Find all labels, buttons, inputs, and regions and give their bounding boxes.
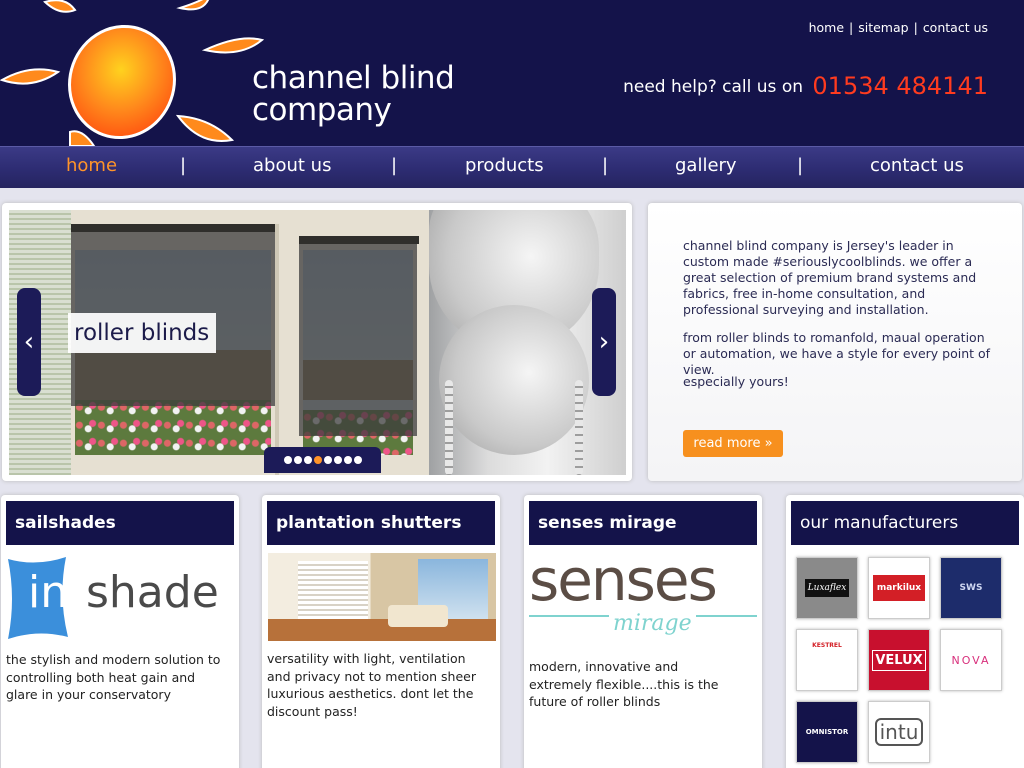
- shutters-photo: [268, 553, 496, 641]
- sws-logo[interactable]: SWS: [940, 557, 1002, 619]
- card-description: versatility with light, ventilation and …: [267, 651, 476, 719]
- help-line: need help? call us on 01534 484141: [623, 72, 988, 100]
- manufacturers-card: our manufacturers Luxaflex markilux SWS …: [786, 495, 1024, 768]
- slider-dot[interactable]: [353, 456, 362, 464]
- brand-line-1: channel blind: [252, 60, 455, 96]
- intro-paragraph-1: channel blind company is Jersey's leader…: [683, 238, 977, 317]
- main-nav: home | about us | products | gallery | c…: [0, 146, 1024, 188]
- nav-about-us[interactable]: about us: [253, 155, 331, 176]
- logo-text-mirage: mirage: [609, 611, 696, 636]
- kestrel-logo[interactable]: KESTREL: [796, 629, 858, 691]
- top-links: home | sitemap | contact us: [809, 20, 988, 35]
- omnistor-logo[interactable]: OMNISTOR: [796, 701, 858, 763]
- inshade-logo: in shade: [6, 553, 234, 643]
- intro-paragraph-2: from roller blinds to romanfold, maual o…: [683, 330, 991, 377]
- logo-label: markilux: [872, 575, 926, 601]
- sun-logo-icon: [0, 0, 265, 146]
- logo-label: SWS: [959, 583, 983, 593]
- senses-mirage-card[interactable]: senses mirage senses mirage modern, inno…: [524, 495, 762, 768]
- nav-divider: |: [797, 155, 804, 176]
- logo-text-shade: shade: [86, 567, 219, 618]
- card-title[interactable]: plantation shutters: [267, 501, 495, 545]
- luxaflex-logo[interactable]: Luxaflex: [796, 557, 858, 619]
- slider-dot[interactable]: [293, 456, 302, 464]
- top-link-sitemap[interactable]: sitemap: [858, 20, 908, 35]
- sofa: [388, 605, 448, 627]
- slider-dot[interactable]: [313, 456, 322, 464]
- logo-label: Luxaflex: [804, 579, 850, 597]
- card-title[interactable]: senses mirage: [529, 501, 757, 545]
- blind-cassette: [71, 224, 277, 232]
- senses-logo: senses mirage: [529, 547, 757, 651]
- slider-dot[interactable]: [303, 456, 312, 464]
- logo-label: KESTREL: [812, 642, 842, 649]
- logo-label: VELUX: [872, 649, 926, 671]
- logo-text-senses: senses: [529, 546, 718, 614]
- velux-logo[interactable]: VELUX: [868, 629, 930, 691]
- intro-paragraph-3: especially yours!: [683, 374, 789, 389]
- slider-dot[interactable]: [283, 456, 292, 464]
- blind-roller: [439, 305, 589, 455]
- intu-logo[interactable]: intu: [868, 701, 930, 763]
- slide-caption: roller blinds: [68, 313, 216, 353]
- chevron-left-icon: ‹: [23, 327, 35, 357]
- sailshades-card[interactable]: sailshades in shade the stylish and mode…: [1, 495, 239, 768]
- slider-dot[interactable]: [323, 456, 332, 464]
- slider-dot[interactable]: [333, 456, 342, 464]
- slider-next-button[interactable]: ›: [592, 288, 616, 396]
- divider: |: [849, 20, 854, 35]
- nav-products[interactable]: products: [465, 155, 544, 176]
- shutter-panel: [298, 561, 368, 625]
- nova-logo[interactable]: NOVA: [940, 629, 1002, 691]
- blind-cassette: [299, 236, 419, 244]
- roller-blind: [299, 240, 417, 436]
- logo-label: intu: [874, 718, 924, 746]
- top-link-home[interactable]: home: [809, 20, 844, 35]
- card-description: modern, innovative and extremely flexibl…: [529, 659, 719, 709]
- nav-divider: |: [391, 155, 398, 176]
- floor: [268, 619, 496, 641]
- logo-label: NOVA: [951, 653, 991, 667]
- nav-divider: |: [180, 155, 187, 176]
- plantation-shutters-card[interactable]: plantation shutters versatility with lig…: [262, 495, 500, 768]
- divider: |: [913, 20, 918, 35]
- nav-gallery[interactable]: gallery: [675, 155, 737, 176]
- site-header: channel blind company home | sitemap | conta…: [0, 0, 1024, 146]
- logo-label: OMNISTOR: [805, 728, 849, 736]
- markilux-logo[interactable]: markilux: [868, 557, 930, 619]
- brand-line-2: company: [252, 92, 392, 128]
- logo-text-in: in: [28, 567, 69, 618]
- top-link-contact[interactable]: contact us: [923, 20, 988, 35]
- help-text: need help? call us on: [623, 77, 803, 97]
- brand-name[interactable]: channel blind company: [252, 60, 455, 128]
- chevron-right-icon: ›: [598, 327, 610, 357]
- card-description: the stylish and modern solution to contr…: [6, 652, 221, 702]
- flower-bed: [75, 400, 271, 455]
- nav-contact-us[interactable]: contact us: [870, 155, 964, 176]
- bead-chain: [445, 380, 453, 475]
- phone-number[interactable]: 01534 484141: [812, 72, 988, 100]
- slider-prev-button[interactable]: ‹: [17, 288, 41, 396]
- window-mullion: [275, 224, 279, 475]
- nav-home[interactable]: home: [66, 155, 117, 176]
- card-title[interactable]: sailshades: [6, 501, 234, 545]
- nav-divider: |: [602, 155, 609, 176]
- bead-chain: [575, 380, 583, 475]
- slider-dot[interactable]: [343, 456, 352, 464]
- card-title: our manufacturers: [791, 501, 1019, 545]
- read-more-button[interactable]: read more »: [683, 430, 783, 457]
- slider-pagination: [264, 447, 381, 473]
